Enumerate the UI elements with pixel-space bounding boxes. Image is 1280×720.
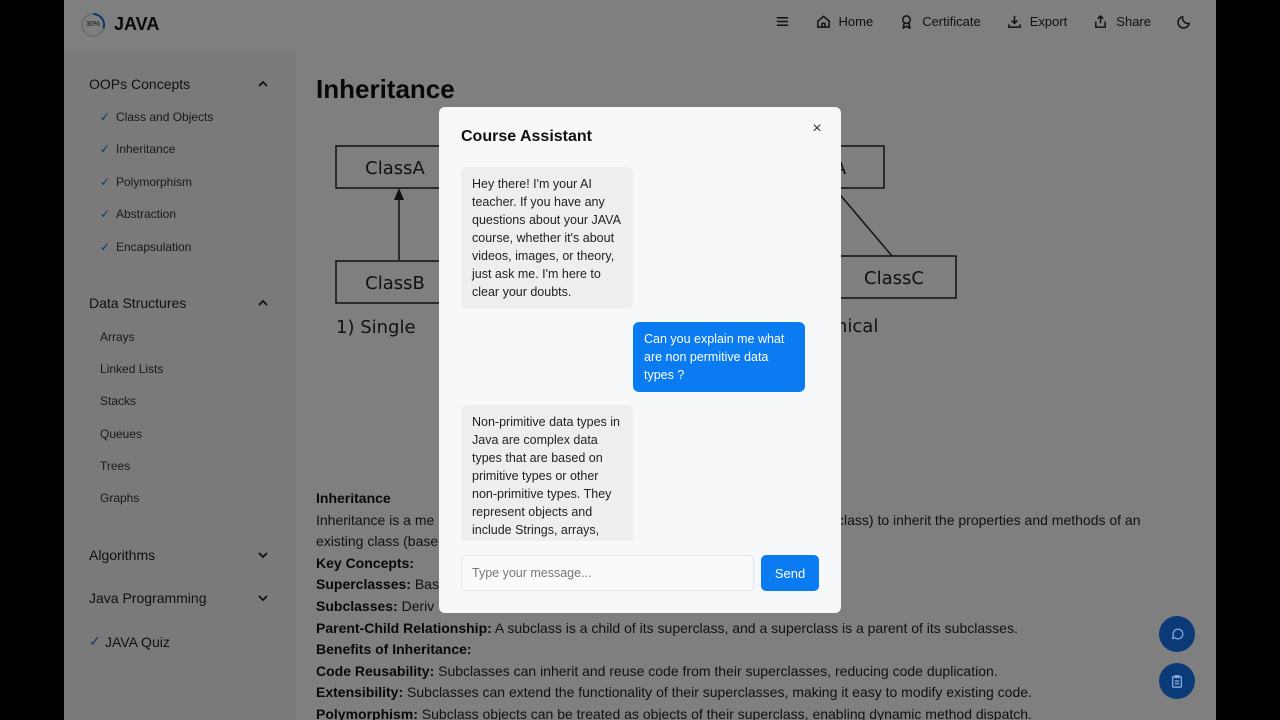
course-assistant-modal: Course Assistant × Hey there! I'm your A… (439, 107, 841, 613)
modal-title: Course Assistant (461, 128, 592, 145)
chat-icon (1171, 628, 1184, 640)
clipboard-icon (1171, 675, 1183, 688)
app-window: 30% JAVA Home Certificate Export Share (64, 0, 1216, 720)
bot-message: Non-primitive data types in Java are com… (461, 405, 633, 541)
chat-fab-button[interactable] (1159, 616, 1195, 652)
user-message: Can you explain me what are non permitiv… (633, 322, 805, 392)
chat-messages[interactable]: Hey there! I'm your AI teacher. If you h… (461, 167, 819, 541)
notes-fab-button[interactable] (1159, 663, 1195, 699)
chat-message-input[interactable] (461, 555, 754, 591)
send-button[interactable]: Send (761, 555, 819, 591)
close-icon: × (812, 120, 822, 137)
bot-message: Hey there! I'm your AI teacher. If you h… (461, 167, 633, 309)
close-button[interactable]: × (809, 121, 825, 137)
